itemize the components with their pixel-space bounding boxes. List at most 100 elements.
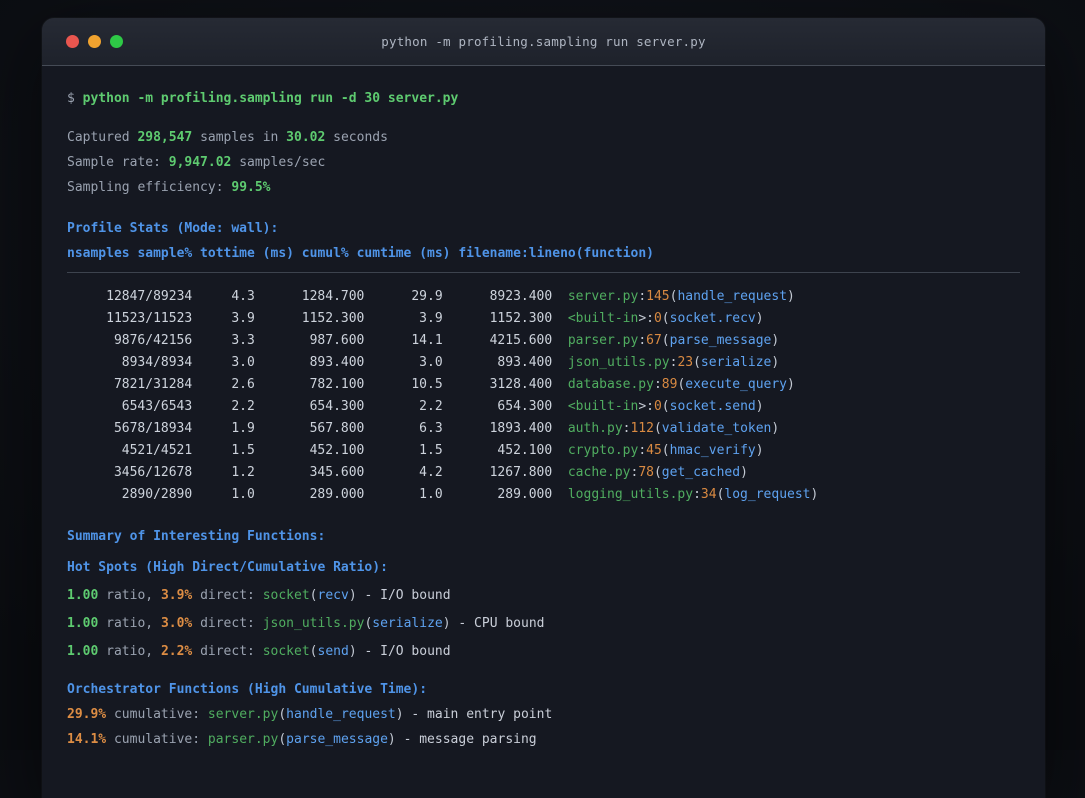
orchestrators-heading: Orchestrator Functions (High Cumulative … xyxy=(67,682,428,697)
function-name: socket.recv xyxy=(669,311,756,326)
cumtime-cell: 289.000 xyxy=(497,487,553,502)
close-paren: ) xyxy=(755,399,764,414)
close-paren: ) xyxy=(442,616,451,631)
filename: cache.py xyxy=(567,465,631,480)
cumul-pct-cell: 14.1 xyxy=(411,333,443,348)
ratio-value: 1.00 xyxy=(67,644,99,659)
window-controls xyxy=(42,35,123,48)
titlebar[interactable]: python -m profiling.sampling run server.… xyxy=(42,18,1045,66)
minimize-button[interactable] xyxy=(88,35,101,48)
note-text: - message parsing xyxy=(395,732,537,747)
colon: : xyxy=(693,487,701,502)
table-row: 4521/4521 1.5 452.100 1.5 452.100 crypto.py:4… xyxy=(67,440,1020,462)
terminal-output: $ python -m profiling.sampling run -d 30… xyxy=(42,66,1045,751)
close-paren: ) xyxy=(787,377,795,392)
function-name: parse_message xyxy=(286,732,388,747)
sample-rate-line: Sample rate: 9,947.02 samples/sec xyxy=(67,152,1020,174)
line-number: 45 xyxy=(646,443,662,458)
close-paren: ) xyxy=(755,443,764,458)
sample-pct-cell: 3.0 xyxy=(231,355,255,370)
open-paren: ( xyxy=(309,588,318,603)
filename: json_utils.py xyxy=(567,355,670,370)
cumtime-cell: 8923.400 xyxy=(489,289,553,304)
cumtime-cell: 1152.300 xyxy=(489,311,553,326)
ratio-label: ratio, xyxy=(98,616,161,631)
tottime-cell: 1284.700 xyxy=(301,289,365,304)
direct-label: direct: xyxy=(192,588,263,603)
open-paren: ( xyxy=(278,732,287,747)
function-location: server.py:145(handle_request) xyxy=(568,286,795,308)
close-button[interactable] xyxy=(66,35,79,48)
cumul-pct-cell: 1.5 xyxy=(419,443,443,458)
efficiency-value: 99.5% xyxy=(231,180,271,195)
function-location: logging_utils.py:34(log_request) xyxy=(568,484,818,506)
note-text: - I/O bound xyxy=(356,588,451,603)
function-location: parser.py:67(parse_message) xyxy=(568,330,779,352)
line-number: 0 xyxy=(653,311,662,326)
table-row: 3456/12678 1.2 345.600 4.2 1267.800 cache.py:… xyxy=(67,462,1020,484)
captured-line: Captured 298,547 samples in 30.02 second… xyxy=(67,127,1020,149)
sample-pct-cell: 1.0 xyxy=(231,487,255,502)
close-paren: ) xyxy=(740,465,748,480)
note-text: - I/O bound xyxy=(356,644,451,659)
note-text: - CPU bound xyxy=(450,616,545,631)
ratio-value: 1.00 xyxy=(67,588,99,603)
direct-percent: 3.0% xyxy=(160,616,193,631)
open-paren: ( xyxy=(309,644,318,659)
cumulative-percent: 29.9% xyxy=(67,707,107,722)
function-name: send xyxy=(317,644,349,659)
table-row: 8934/8934 3.0 893.400 3.0 893.400 json_utils.… xyxy=(67,352,1020,374)
line-number: 78 xyxy=(638,465,654,480)
function-name: socket.send xyxy=(669,399,756,414)
line-number: 23 xyxy=(677,355,694,370)
cumul-pct-cell: 3.9 xyxy=(419,311,443,326)
filename-tail: > xyxy=(638,311,647,326)
cumtime-cell: 893.400 xyxy=(497,355,553,370)
close-paren: ) xyxy=(348,588,357,603)
filename: parser.py xyxy=(567,333,639,348)
cumtime-cell: 452.100 xyxy=(497,443,553,458)
cumul-pct-cell: 1.0 xyxy=(419,487,443,502)
terminal-window: python -m profiling.sampling run server.… xyxy=(42,18,1045,798)
line-number: 145 xyxy=(646,289,670,304)
ratio-label: ratio, xyxy=(98,644,161,659)
cumtime-cell: 1893.400 xyxy=(489,421,553,436)
sample-pct-cell: 1.2 xyxy=(231,465,255,480)
filename: server.py xyxy=(567,289,639,304)
cumul-pct-cell: 6.3 xyxy=(419,421,443,436)
tottime-cell: 893.400 xyxy=(309,355,365,370)
table-row: 6543/6543 2.2 654.300 2.2 654.300 <built-in>:… xyxy=(67,396,1020,418)
sample-pct-cell: 3.9 xyxy=(231,311,255,326)
function-name: execute_query xyxy=(685,377,788,392)
table-row: 2890/2890 1.0 289.000 1.0 289.000 logging_uti… xyxy=(67,484,1020,506)
samples-in-label: samples in xyxy=(192,130,287,145)
colon: : xyxy=(638,289,647,304)
filename-tail: > xyxy=(638,399,647,414)
tottime-cell: 987.600 xyxy=(309,333,365,348)
close-paren: ) xyxy=(771,355,780,370)
function-location: auth.py:112(validate_token) xyxy=(568,418,779,440)
colon: : xyxy=(638,333,647,348)
function-location: crypto.py:45(hmac_verify) xyxy=(568,440,764,462)
open-paren: ( xyxy=(653,465,662,480)
open-paren: ( xyxy=(661,333,670,348)
colon: : xyxy=(646,311,654,326)
target-name: json_utils.py xyxy=(262,616,365,631)
table-column-header: nsamples sample% tottime (ms) cumul% cum… xyxy=(67,246,654,261)
cumul-pct-cell: 4.2 xyxy=(419,465,443,480)
open-paren: ( xyxy=(693,355,701,370)
seconds-label: seconds xyxy=(325,130,388,145)
captured-label: Captured xyxy=(67,130,138,145)
ratio-label: ratio, xyxy=(98,588,161,603)
table-row: 11523/11523 3.9 1152.300 3.9 1152.300 <built-… xyxy=(67,308,1020,330)
direct-percent: 2.2% xyxy=(160,644,193,659)
function-name: serialize xyxy=(700,355,772,370)
function-location: <built-in>:0(socket.send) xyxy=(568,396,764,418)
cumul-pct-cell: 10.5 xyxy=(411,377,443,392)
function-location: <built-in>:0(socket.recv) xyxy=(568,308,764,330)
function-name: log_request xyxy=(724,487,811,502)
function-name: validate_token xyxy=(661,421,772,436)
maximize-button[interactable] xyxy=(110,35,123,48)
hot-spots-heading: Hot Spots (High Direct/Cumulative Ratio)… xyxy=(67,560,388,575)
efficiency-line: Sampling efficiency: 99.5% xyxy=(67,177,1020,199)
